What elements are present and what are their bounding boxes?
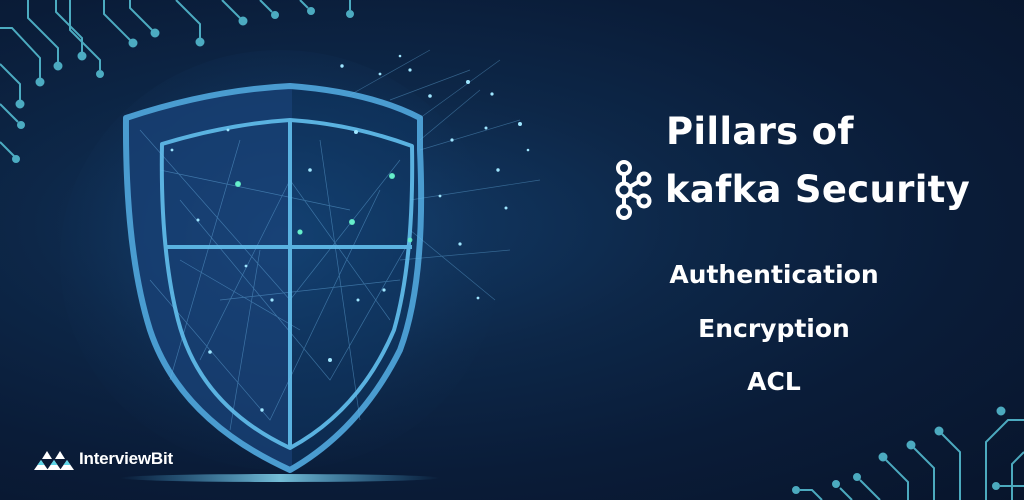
brand: InterviewBit [34, 444, 173, 474]
pillar-acl: ACL [747, 367, 801, 396]
floor-glow [120, 474, 440, 482]
title-line-2: kafka Security [665, 168, 971, 211]
title-line-1: Pillars of [666, 110, 854, 153]
pillar-authentication: Authentication [669, 260, 879, 289]
pillar-encryption: Encryption [698, 314, 850, 343]
circuit-traces-bottom-right [792, 406, 1024, 500]
interviewbit-logo-icon [34, 451, 74, 470]
brand-name: InterviewBit [79, 449, 173, 468]
kafka-logo-icon [615, 160, 652, 220]
artwork [0, 0, 1024, 500]
banner: Pillars of kafka Security Authentication… [0, 0, 1024, 500]
